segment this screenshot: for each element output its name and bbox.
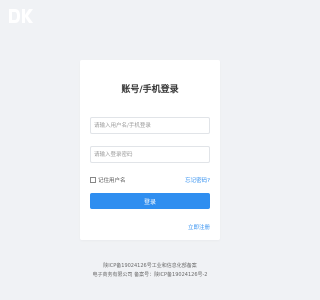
footer: 陕ICP备19024126号工业和信息化部备案 电子商务有限公司 备案号：陕IC…: [0, 262, 300, 280]
forgot-password-link[interactable]: 忘记密码?: [185, 176, 210, 184]
username-input[interactable]: [90, 117, 210, 134]
remember-username[interactable]: 记住用户名: [90, 176, 126, 184]
remember-label: 记住用户名: [98, 178, 126, 184]
register-link[interactable]: 立即注册: [188, 223, 210, 231]
password-input[interactable]: [90, 146, 210, 163]
login-card: 账号/手机登录 记住用户名 忘记密码? 登录 立即注册: [80, 60, 220, 240]
login-title: 账号/手机登录: [121, 85, 179, 95]
remember-checkbox[interactable]: [90, 177, 96, 183]
footer-icp-line: 陕ICP备19024126号工业和信息化部备案: [103, 263, 197, 269]
footer-company-line: 电子商务有限公司 备案号：陕ICP备19024126号-2: [92, 272, 208, 278]
dk-logo-icon: [8, 8, 34, 24]
login-button[interactable]: 登录: [90, 193, 210, 209]
